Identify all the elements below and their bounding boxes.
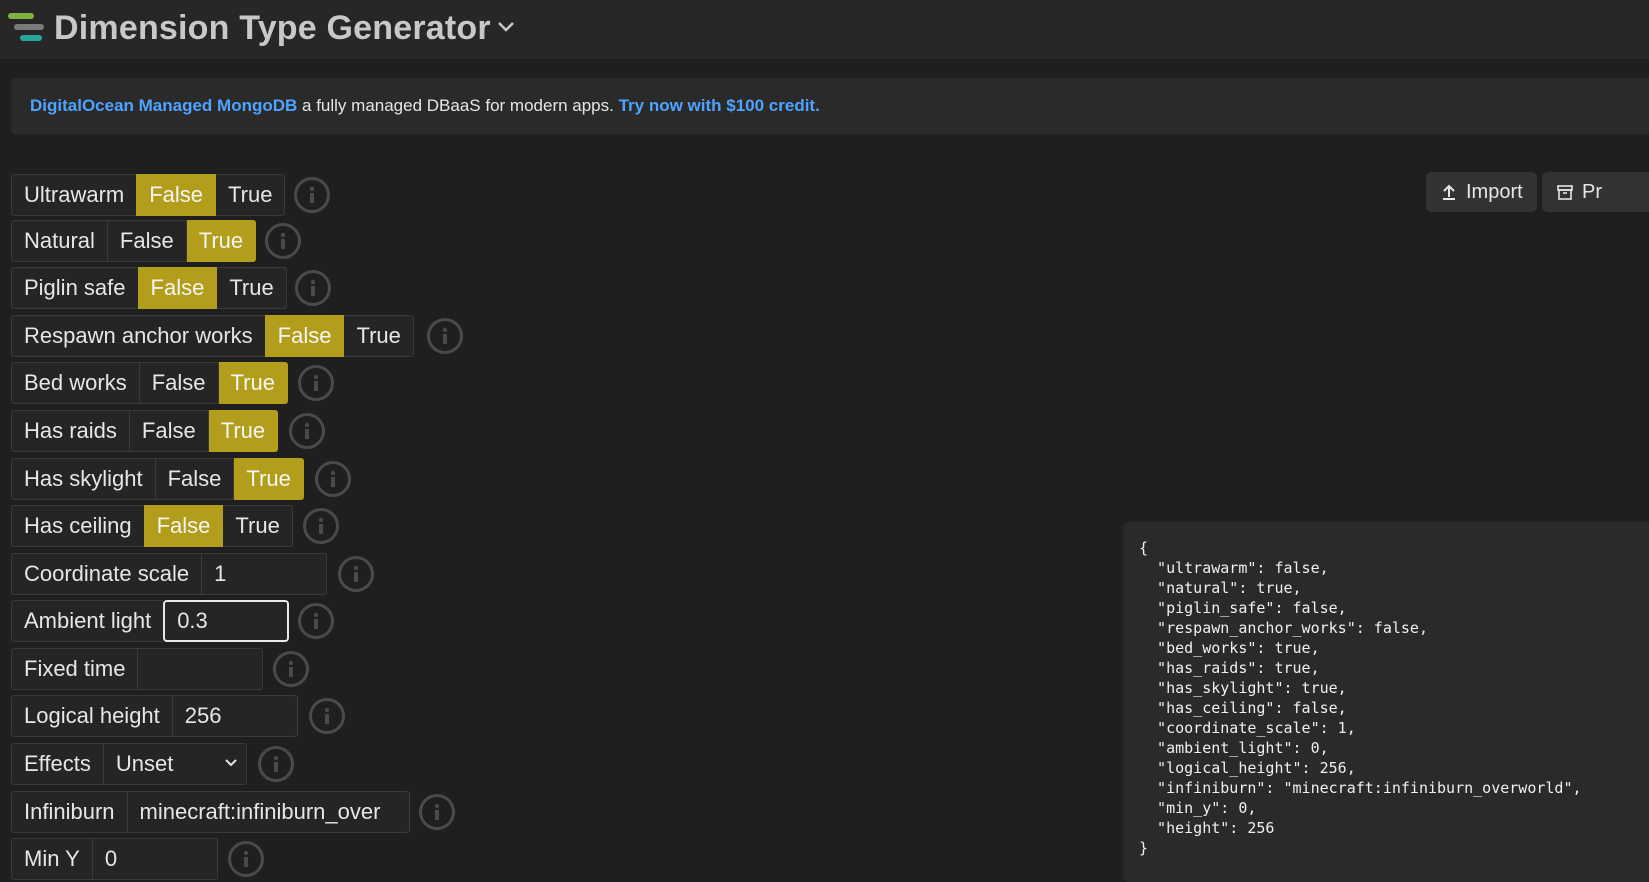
field-fixed-time: Fixed time: [11, 648, 264, 690]
field-min-y: Min Y 0: [11, 838, 218, 880]
field-label: Ambient light: [11, 600, 164, 642]
option-false[interactable]: False: [137, 267, 218, 309]
field-logical-height: Logical height 256: [11, 695, 298, 737]
upload-icon: [1443, 184, 1455, 200]
ad-text: a fully managed DBaaS for modern apps.: [297, 96, 619, 115]
info-icon[interactable]: [228, 841, 264, 877]
field-ambient-light: Ambient light 0.3: [11, 600, 290, 642]
effects-select[interactable]: Unset: [102, 743, 247, 785]
field-label: Ultrawarm: [11, 174, 137, 216]
logical-height-input[interactable]: 256: [171, 695, 298, 737]
option-false[interactable]: False: [128, 410, 209, 452]
option-true[interactable]: True: [223, 505, 293, 547]
chevron-down-icon[interactable]: [496, 20, 516, 34]
info-icon[interactable]: [258, 746, 294, 782]
field-piglin-safe: Piglin safe False True: [11, 267, 287, 309]
field-label: Infiniburn: [11, 791, 127, 833]
option-false[interactable]: False: [138, 362, 219, 404]
field-coordinate-scale: Coordinate scale 1: [11, 553, 328, 595]
field-label: Logical height: [11, 695, 172, 737]
app-header: Dimension Type Generator: [0, 0, 1649, 60]
preset-button-label: Pr: [1582, 181, 1602, 203]
field-has-ceiling: Has ceiling False True: [11, 505, 293, 547]
preset-button[interactable]: Pr: [1542, 172, 1649, 212]
option-true[interactable]: True: [186, 220, 257, 262]
field-has-raids: Has raids False True: [11, 410, 279, 452]
info-icon[interactable]: [427, 318, 463, 354]
field-has-skylight: Has skylight False True: [11, 458, 304, 500]
info-icon[interactable]: [309, 698, 345, 734]
option-true[interactable]: True: [218, 362, 288, 404]
field-label: Natural: [11, 220, 107, 262]
import-button[interactable]: Import: [1426, 172, 1537, 212]
option-true[interactable]: True: [208, 410, 279, 452]
archive-icon: [1557, 185, 1573, 200]
ad-link-mongodb[interactable]: DigitalOcean Managed MongoDB: [30, 96, 297, 115]
min-y-input[interactable]: 0: [91, 838, 218, 880]
field-natural: Natural False True: [11, 220, 257, 262]
effects-select-value: Unset: [115, 751, 174, 776]
page-title[interactable]: Dimension Type Generator: [54, 6, 491, 50]
field-label: Respawn anchor works: [11, 315, 265, 357]
info-icon[interactable]: [265, 223, 301, 259]
coordinate-scale-input[interactable]: 1: [201, 553, 328, 595]
option-true[interactable]: True: [216, 174, 286, 216]
ambient-light-input[interactable]: 0.3: [163, 600, 290, 642]
option-false[interactable]: False: [143, 505, 224, 547]
info-icon[interactable]: [315, 461, 351, 497]
field-label: Min Y: [11, 838, 92, 880]
ad-banner: DigitalOcean Managed MongoDB a fully man…: [11, 78, 1649, 134]
field-label: Effects: [11, 743, 103, 785]
infiniburn-input[interactable]: minecraft:infiniburn_over: [126, 791, 410, 833]
field-label: Has raids: [11, 410, 129, 452]
field-infiniburn: Infiniburn minecraft:infiniburn_over: [11, 791, 410, 833]
info-icon[interactable]: [273, 651, 309, 687]
field-ultrawarm: Ultrawarm False True: [11, 174, 286, 216]
ad-link-credit[interactable]: Try now with $100 credit.: [619, 96, 820, 115]
field-label: Fixed time: [11, 648, 138, 690]
field-effects: Effects Unset: [11, 743, 247, 785]
field-label: Piglin safe: [11, 267, 138, 309]
chevron-down-icon: [225, 759, 237, 767]
import-button-label: Import: [1466, 181, 1523, 203]
field-label: Coordinate scale: [11, 553, 202, 595]
info-icon[interactable]: [289, 413, 325, 449]
option-true[interactable]: True: [344, 315, 414, 357]
option-true[interactable]: True: [234, 458, 304, 500]
option-false[interactable]: False: [106, 220, 187, 262]
info-icon[interactable]: [294, 177, 330, 213]
info-icon[interactable]: [295, 270, 331, 306]
field-label: Has ceiling: [11, 505, 144, 547]
option-false[interactable]: False: [264, 315, 345, 357]
json-output: { "ultrawarm": false, "natural": true, "…: [1123, 522, 1649, 882]
info-icon[interactable]: [419, 794, 455, 830]
info-icon[interactable]: [298, 603, 334, 639]
field-respawn-anchor-works: Respawn anchor works False True: [11, 315, 414, 357]
info-icon[interactable]: [298, 365, 334, 401]
fixed-time-input[interactable]: [137, 648, 264, 690]
field-label: Has skylight: [11, 458, 155, 500]
info-icon[interactable]: [338, 556, 374, 592]
info-icon[interactable]: [303, 508, 339, 544]
option-false[interactable]: False: [154, 458, 235, 500]
field-label: Bed works: [11, 362, 139, 404]
logo-icon: [8, 13, 44, 41]
option-true[interactable]: True: [217, 267, 287, 309]
option-false[interactable]: False: [136, 174, 217, 216]
field-bed-works: Bed works False True: [11, 362, 288, 404]
